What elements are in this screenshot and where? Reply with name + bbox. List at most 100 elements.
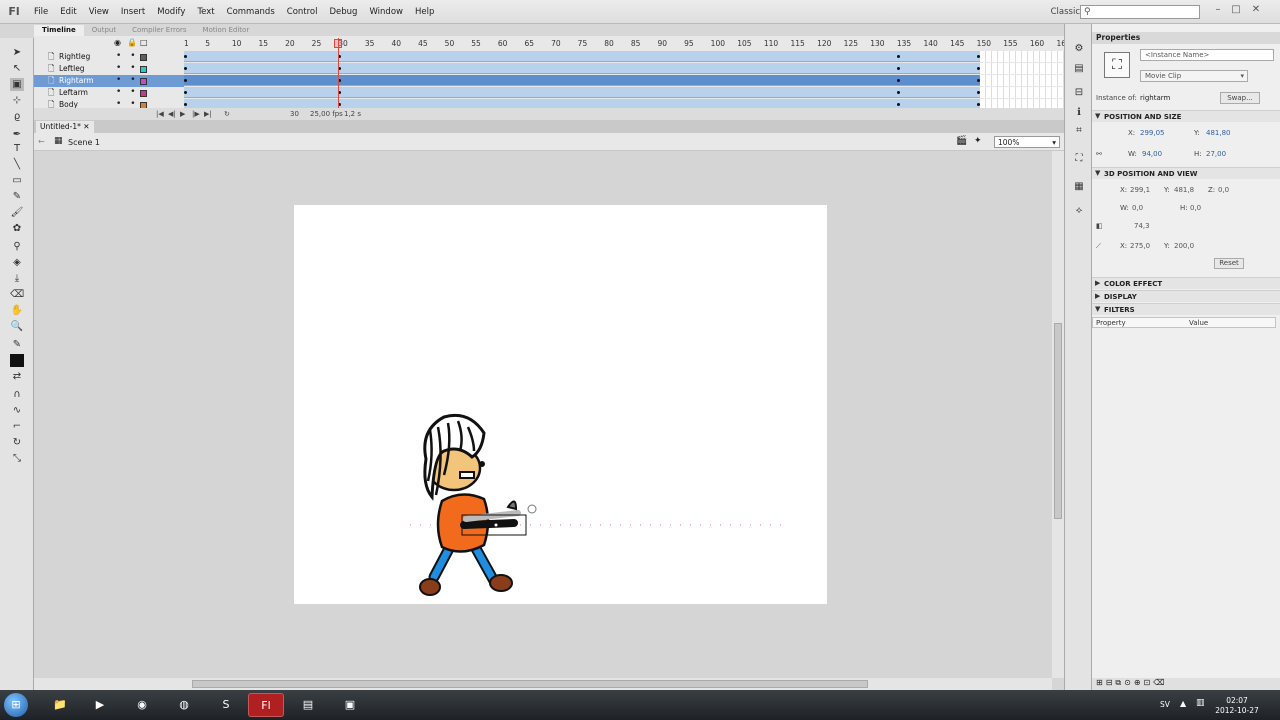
help-search-input[interactable]: ⚲: [1080, 5, 1200, 19]
x-value[interactable]: 299,05: [1140, 129, 1165, 137]
tab-compiler-errors[interactable]: Compiler Errors: [124, 25, 194, 36]
3d-w-value[interactable]: 0,0: [1132, 204, 1143, 212]
skype-icon[interactable]: S: [208, 693, 244, 717]
keyframe[interactable]: [184, 103, 187, 106]
workspace-switcher[interactable]: Classic: [1051, 7, 1080, 17]
character-drawing[interactable]: [294, 205, 827, 604]
3d-position-section[interactable]: ▼ 3D POSITION AND VIEW: [1092, 167, 1280, 179]
transform-icon[interactable]: ⌗: [1072, 124, 1086, 137]
rotate-skew-icon[interactable]: ↻: [10, 436, 24, 449]
keyframe[interactable]: [184, 91, 187, 94]
menu-edit[interactable]: Edit: [54, 7, 82, 17]
keyframe[interactable]: [184, 55, 187, 58]
tab-motion-editor[interactable]: Motion Editor: [195, 25, 258, 36]
app2-taskbar-icon[interactable]: ▣: [332, 693, 368, 717]
layer-frames[interactable]: [184, 75, 980, 86]
settings-icon[interactable]: ⚙: [1072, 42, 1086, 55]
smooth-icon[interactable]: ∿: [10, 404, 24, 417]
deco-tool-icon[interactable]: ✿: [10, 222, 24, 235]
zoom-dropdown[interactable]: 100% ▾: [994, 136, 1060, 148]
keyframe[interactable]: [184, 79, 187, 82]
layer-row[interactable]: 🗋 Leftleg ••: [34, 63, 184, 75]
reset-button[interactable]: Reset: [1214, 258, 1244, 269]
3d-h-value[interactable]: 0,0: [1190, 204, 1201, 212]
network-icon[interactable]: ▥: [1196, 698, 1205, 708]
filters-section[interactable]: ▼ FILTERS: [1092, 303, 1280, 315]
lock-icon[interactable]: 🔒: [127, 38, 137, 47]
scale-icon[interactable]: ⤡: [10, 452, 24, 465]
menu-file[interactable]: File: [28, 7, 54, 17]
app-taskbar-icon[interactable]: ▤: [290, 693, 326, 717]
display-section[interactable]: ▶ DISPLAY: [1092, 290, 1280, 302]
menu-debug[interactable]: Debug: [324, 7, 364, 17]
empty-frames[interactable]: [980, 75, 1064, 86]
motion-presets-icon[interactable]: ⟡: [1072, 204, 1086, 217]
document-tab[interactable]: Untitled-1* ✕: [36, 121, 94, 133]
menu-help[interactable]: Help: [409, 7, 440, 17]
swatches-icon[interactable]: ▦: [1072, 180, 1086, 193]
selection-tool-icon[interactable]: ➤: [10, 46, 24, 59]
eyedropper-tool-icon[interactable]: ⤓: [10, 272, 24, 285]
free-transform-tool-icon[interactable]: ▣: [10, 78, 24, 91]
tray-arrow-icon[interactable]: ▲: [1180, 699, 1186, 708]
start-button[interactable]: ⊞: [4, 693, 28, 717]
close-tab-icon[interactable]: ✕: [83, 122, 89, 131]
instance-name-input[interactable]: <Instance Name>: [1140, 49, 1274, 61]
layer-outline-swatch[interactable]: [140, 54, 147, 61]
layer-outline-swatch[interactable]: [140, 90, 147, 97]
layer-frames[interactable]: [184, 63, 980, 74]
menu-insert[interactable]: Insert: [115, 7, 151, 17]
next-frame-icon[interactable]: |▶: [192, 110, 200, 118]
keyframe[interactable]: [184, 67, 187, 70]
keyframe[interactable]: [896, 91, 900, 94]
vp-x-value[interactable]: 275,0: [1130, 242, 1150, 250]
library-icon[interactable]: ▤: [1072, 62, 1086, 75]
menu-text[interactable]: Text: [191, 7, 220, 17]
prev-frame-icon[interactable]: ◀|: [168, 110, 176, 118]
3d-y-value[interactable]: 481,8: [1174, 186, 1194, 194]
edit-scene-icon[interactable]: 🎬: [956, 136, 967, 146]
straighten-icon[interactable]: ⌐: [10, 420, 24, 433]
last-frame-icon[interactable]: ▶|: [204, 110, 212, 118]
fill-color-swatch[interactable]: ■: [10, 354, 24, 367]
w-value[interactable]: 94,00: [1142, 150, 1162, 158]
rectangle-tool-icon[interactable]: ▭: [10, 174, 24, 187]
color-effect-section[interactable]: ▶ COLOR EFFECT: [1092, 277, 1280, 289]
explorer-icon[interactable]: 📁: [42, 693, 78, 717]
paint-bucket-tool-icon[interactable]: ◈: [10, 256, 24, 269]
bone-tool-icon[interactable]: ⚲: [10, 240, 24, 253]
outline-icon[interactable]: □: [140, 38, 148, 47]
layer-frames[interactable]: [184, 87, 980, 98]
play-icon[interactable]: ▶: [180, 110, 185, 118]
empty-frames[interactable]: [980, 51, 1064, 62]
align-icon[interactable]: ⊟: [1072, 86, 1086, 99]
position-size-section[interactable]: ▼ POSITION AND SIZE: [1092, 110, 1280, 122]
keyframe[interactable]: [896, 79, 900, 82]
keyframe[interactable]: [896, 103, 900, 106]
language-indicator[interactable]: SV: [1160, 700, 1170, 709]
properties-tab[interactable]: Properties: [1092, 32, 1280, 44]
color-icon[interactable]: ⛶: [1072, 152, 1086, 165]
stroke-color-icon[interactable]: ✎: [10, 338, 24, 351]
media-player-icon[interactable]: ▶: [82, 693, 118, 717]
keyframe[interactable]: [896, 67, 900, 70]
empty-frames[interactable]: [980, 87, 1064, 98]
swap-button[interactable]: Swap...: [1220, 92, 1260, 104]
menu-modify[interactable]: Modify: [151, 7, 191, 17]
layer-row[interactable]: 🗋 Rightleg ••: [34, 51, 184, 63]
back-arrow-icon[interactable]: ←: [38, 137, 45, 146]
3d-rotation-tool-icon[interactable]: ⊹: [10, 94, 24, 107]
vp-y-value[interactable]: 200,0: [1174, 242, 1194, 250]
y-value[interactable]: 481,80: [1206, 129, 1231, 137]
stage[interactable]: [294, 205, 827, 604]
link-size-icon[interactable]: ⚯: [1096, 150, 1102, 158]
keyframe[interactable]: [896, 55, 900, 58]
tab-output[interactable]: Output: [84, 25, 124, 36]
pencil-tool-icon[interactable]: ✎: [10, 190, 24, 203]
3d-x-value[interactable]: 299,1: [1130, 186, 1150, 194]
fps-value[interactable]: 25,00 fps: [310, 110, 343, 118]
vertical-scroll-thumb[interactable]: [1054, 323, 1062, 519]
horizontal-scroll-thumb[interactable]: [192, 680, 868, 688]
eye-icon[interactable]: ◉: [114, 38, 121, 47]
maximize-icon[interactable]: □: [1228, 3, 1244, 17]
